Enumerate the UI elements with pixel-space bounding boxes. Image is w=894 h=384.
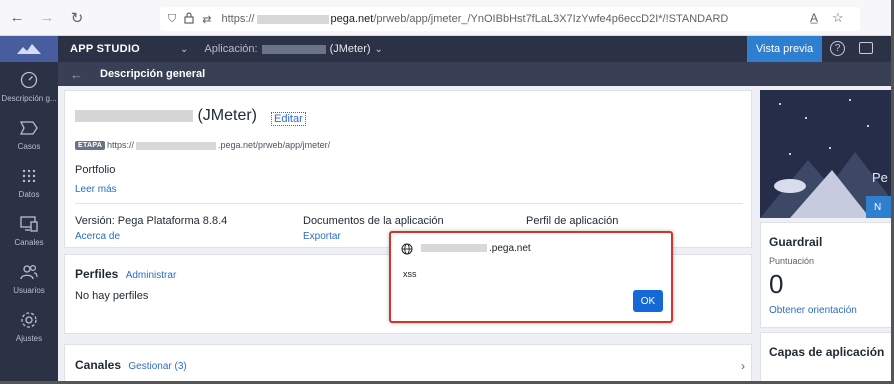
profiles-title-text: Perfiles <box>75 267 119 281</box>
lock-icon <box>184 11 194 27</box>
rail-item-users[interactable]: Usuarios <box>0 258 58 306</box>
application-title-suffix: (JMeter) <box>197 107 258 124</box>
rail-item-overview[interactable]: Descripción g... <box>0 66 58 114</box>
rail-item-channels[interactable]: Canales <box>0 210 58 258</box>
shield-icon: ⛉ <box>168 12 177 25</box>
gauge-icon <box>19 70 39 90</box>
rail-item-label: Datos <box>18 190 40 199</box>
chevron-right-icon[interactable]: › <box>741 359 745 373</box>
guardrail-card: Guardrail Puntuación 0 Obtener orientaci… <box>760 222 892 328</box>
guardrail-score-label: Puntuación <box>769 256 815 266</box>
right-column: Pe N Guardrail Puntuación 0 Obtener orie… <box>758 86 894 384</box>
manage-channels-link[interactable]: Gestionar (3) <box>128 361 186 372</box>
about-link[interactable]: Acerca de <box>75 231 120 242</box>
help-icon[interactable]: ? <box>830 41 845 56</box>
channels-title: Canales Gestionar (3) <box>75 358 187 372</box>
url-scheme: https:// <box>221 13 255 25</box>
overview-card: (JMeter) Editar ETAPA https:// .pega.net/… <box>64 90 752 248</box>
guardrail-score: 0 <box>769 269 784 299</box>
back-arrow-icon[interactable]: ← <box>70 67 100 82</box>
bookmark-star-icon[interactable]: ☆ <box>832 10 844 26</box>
rail-item-label: Ajustes <box>15 334 43 343</box>
forward-icon[interactable]: → <box>36 7 58 29</box>
redacted-block <box>421 244 487 253</box>
app-profile-label: Perfil de aplicación <box>526 215 619 227</box>
hero-banner: Pe N <box>760 90 892 218</box>
users-icon <box>19 262 39 282</box>
preview-button[interactable]: Vista previa <box>747 36 822 62</box>
pega-logo[interactable] <box>0 36 58 62</box>
back-icon[interactable]: ← <box>6 7 28 29</box>
permissions-icon[interactable]: ⇄ <box>202 13 211 26</box>
left-navigation-rail: Descripción g... Casos Datos Canales Usu… <box>0 62 58 384</box>
application-name[interactable]: (JMeter) <box>330 43 371 55</box>
documents-label: Documentos de la aplicación <box>303 215 444 227</box>
redacted-block <box>261 44 326 54</box>
studio-title: APP STUDIO <box>70 43 141 55</box>
hero-text: Pe <box>872 170 888 185</box>
application-label: Aplicación: <box>204 43 258 55</box>
gear-icon <box>19 310 39 330</box>
redacted-block <box>256 14 329 24</box>
edit-link[interactable]: Editar <box>271 112 306 126</box>
rail-item-label: Canales <box>14 238 44 247</box>
dialog-origin-domain: .pega.net <box>489 243 531 254</box>
logo-icon <box>17 44 41 54</box>
channels-title-text: Canales <box>75 358 122 372</box>
app-layers-title: Capas de aplicación <box>769 345 885 359</box>
page-title: Descripción general <box>100 68 206 80</box>
address-bar[interactable]: ⛉ ⇄ https:// pega.net/prweb/app/jmeter_/Y… <box>160 7 860 31</box>
redacted-block <box>75 109 193 122</box>
export-link[interactable]: Exportar <box>303 231 341 242</box>
rail-item-label: Usuarios <box>13 286 45 295</box>
rail-item-label: Casos <box>17 142 41 151</box>
dialog-origin: .pega.net <box>419 243 531 254</box>
application-title: (JMeter) <box>75 107 257 125</box>
read-more-link[interactable]: Leer más <box>75 184 117 195</box>
chat-icon[interactable] <box>859 42 873 54</box>
no-profiles-text: No hay perfiles <box>75 290 149 302</box>
case-icon <box>19 118 39 138</box>
divider <box>75 203 743 204</box>
channels-card: Canales Gestionar (3) › <box>64 344 752 384</box>
rail-item-data[interactable]: Datos <box>0 162 58 210</box>
redacted-block <box>136 141 217 150</box>
translate-icon[interactable]: A̲ <box>810 11 818 25</box>
stage-url: https:// .pega.net/prweb/app/jmeter/ <box>107 140 330 150</box>
browser-toolbar: ← → ↻ ⛉ ⇄ https:// pega.net/prweb/app/jme… <box>0 0 894 36</box>
url-text: https:// pega.net/prweb/app/jmeter_/YnOIB… <box>221 13 728 25</box>
portfolio-text: Portfolio <box>75 164 116 176</box>
studio-switch-chevron-icon[interactable]: ⌄ <box>180 44 188 55</box>
data-grid-icon <box>19 166 39 186</box>
globe-icon <box>401 243 413 255</box>
stage-url-suffix: .pega.net/prweb/app/jmeter/ <box>218 140 331 150</box>
sub-header: ← Descripción general <box>58 62 894 86</box>
guardrail-title: Guardrail <box>769 235 823 249</box>
profiles-title: Perfiles Administrar <box>75 267 176 281</box>
rail-item-label: Descripción g... <box>1 94 57 103</box>
version-label: Versión: Pega Plataforma 8.8.4 <box>75 215 228 227</box>
application-chevron-icon[interactable]: ⌄ <box>375 44 383 55</box>
hero-button[interactable]: N <box>866 196 892 218</box>
alert-dialog: .pega.net xss OK <box>389 231 673 323</box>
url-domain: pega.net <box>330 13 374 25</box>
rail-item-settings[interactable]: Ajustes <box>0 306 58 354</box>
app-layers-card: Capas de aplicación <box>760 332 892 384</box>
get-guidance-link[interactable]: Obtener orientación <box>769 305 857 316</box>
ok-button[interactable]: OK <box>633 290 663 312</box>
app-header: APP STUDIO ⌄ Aplicación: (JMeter) ⌄ Vist… <box>0 36 894 62</box>
rail-item-cases[interactable]: Casos <box>0 114 58 162</box>
channels-icon <box>19 214 39 234</box>
manage-profiles-link[interactable]: Administrar <box>126 270 177 281</box>
url-path: /prweb/app/jmeter_/YnOIBbHst7fLaL3X7IzYw… <box>373 13 729 25</box>
stage-badge: ETAPA <box>75 141 106 150</box>
reload-icon[interactable]: ↻ <box>66 7 88 29</box>
stage-url-prefix: https:// <box>107 140 135 150</box>
dialog-message: xss <box>403 269 417 279</box>
